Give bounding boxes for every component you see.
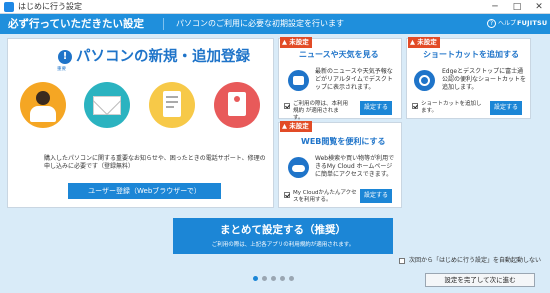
header-divider [163,18,164,30]
mail-illustration-icon [84,82,130,128]
news-weather-card: ニュースや天気を見る 最新のニュースや天気予報などがリアルタイムでデスクトップに… [278,38,402,121]
setup-all-label: まとめて設定する（推奨） [220,224,346,236]
page-dot[interactable] [262,276,267,281]
shortcut-card-description: Edgeとデスクトップに富士通公認の便利なショートカットを追加します。 [442,68,527,91]
page-title: 必ず行っていただきたい設定 [8,18,144,30]
shortcut-add-checkbox[interactable] [412,103,418,109]
edge-shortcut-icon [414,70,435,91]
news-weather-icon [288,70,309,91]
shortcut-status-badge: ▲ 未設定 [408,37,440,48]
shortcut-add-label: ショートカットを追加します。 [421,101,482,114]
registration-title: パソコンの新規・追加登録 [76,49,250,65]
registration-description: 購入したパソコンに関する重要なお知らせや、困ったときの電話サポート、修理の申し込… [44,155,266,170]
registration-card: ! 重要 パソコンの新規・追加登録 購入したパソコンに関する重要なお知らせや、困… [7,38,274,208]
page-dot[interactable] [280,276,285,281]
my-cloud-label: My Cloudかんたんアクセスを利用する。 [293,190,357,203]
news-status-label: 未設定 [289,38,309,46]
web-card-title: WEB閲覧を便利にする [301,137,386,146]
news-card-title: ニュースや天気を見る [299,50,379,59]
shortcut-setup-button[interactable]: 設定する [490,101,522,115]
warning-triangle-icon: ▲ [282,122,287,130]
web-setup-button[interactable]: 設定する [360,189,392,203]
maximize-button[interactable]: □ [506,0,528,14]
document-illustration-icon [149,82,195,128]
page-dot[interactable] [289,276,294,281]
setup-all-sublabel: ご利用の際は、上記各アプリの利用規約が適用されます。 [211,242,355,248]
news-terms-checkbox[interactable] [284,103,290,109]
window-title: はじめに行う設定 [18,2,82,11]
my-cloud-checkbox[interactable] [284,192,290,198]
shortcut-status-label: 未設定 [417,38,437,46]
warning-triangle-icon: ▲ [282,38,287,46]
setup-all-button[interactable]: まとめて設定する（推奨） ご利用の際は、上記各アプリの利用規約が適用されます。 [173,218,393,254]
person-illustration-icon [20,82,66,128]
window-titlebar: はじめに行う設定 ─ □ ✕ [0,0,550,14]
exclamation-circle-icon: ! [58,50,72,64]
shortcut-card-title: ショートカットを追加する [423,50,519,59]
web-status-label: 未設定 [289,122,309,130]
web-browsing-card: WEB閲覧を便利にする Web検索や買い物等が利用できるMy Cloud ホーム… [278,122,402,208]
web-status-badge: ▲ 未設定 [280,121,312,132]
warning-triangle-icon: ▲ [410,38,415,46]
news-terms-label: ご利用の際は、本利用規約 が適用されます。 [293,101,349,121]
minimize-button[interactable]: ─ [484,0,506,14]
no-autostart-checkbox[interactable] [399,258,405,264]
news-status-badge: ▲ 未設定 [280,37,312,48]
web-card-description: Web検索や買い物等が利用できるMy Cloud ホームページに簡単にアクセスで… [315,155,395,178]
finish-and-next-button[interactable]: 設定を完了して次に進む [425,273,535,287]
shortcut-card: ショートカットを追加する Edgeとデスクトップに富士通公認の便利なショートカッ… [406,38,531,119]
page-subtitle: パソコンのご利用に必要な初期設定を行います [176,19,344,28]
alert-illustration-icon [214,82,260,128]
app-icon [4,2,14,12]
page-dot[interactable] [253,276,258,281]
page-header: 必ず行っていただきたい設定 パソコンのご利用に必要な初期設定を行います ? ヘル… [0,14,550,34]
page-dot[interactable] [271,276,276,281]
news-setup-button[interactable]: 設定する [360,101,392,115]
close-button[interactable]: ✕ [528,0,550,14]
news-card-description: 最新のニュースや天気予報などがリアルタイムでデスクトップに表示されます。 [315,68,393,91]
help-icon[interactable]: ? [487,19,496,28]
user-registration-button[interactable]: ユーザー登録（Webブラウザーで） [68,183,221,199]
no-autostart-label: 次回から「はじめに行う設定」を自動起動しない [409,257,542,264]
important-label: 重要 [57,67,66,72]
help-link[interactable]: ヘルプ [498,19,516,28]
my-cloud-icon [288,157,309,178]
brand-logo: FUJITSU [517,19,548,27]
